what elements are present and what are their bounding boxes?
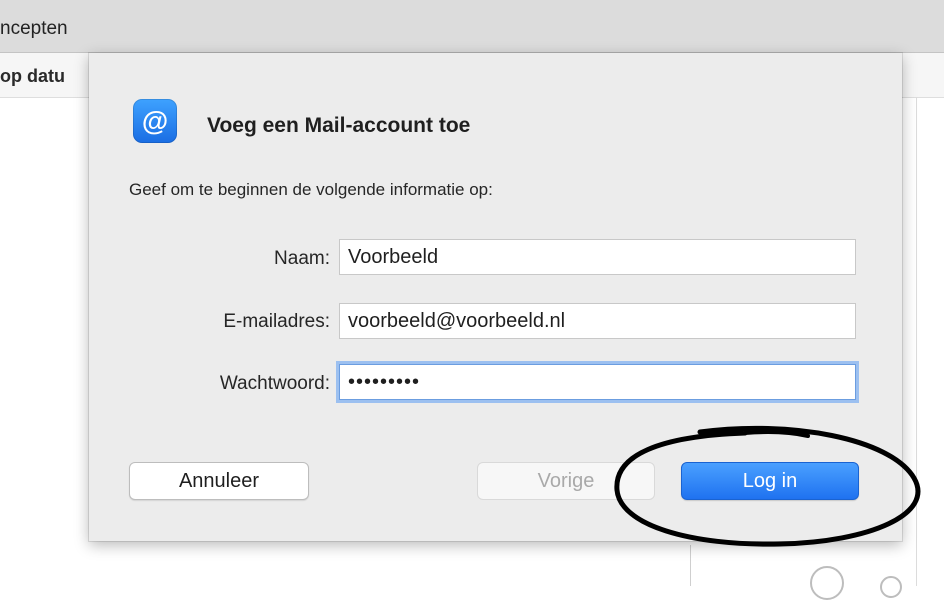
mail-toolbar [0,0,944,53]
mailbox-label: ncepten [0,18,68,39]
pane-divider-lower [690,545,691,586]
password-label: Wachtwoord: [219,373,330,394]
at-sign-icon: @ [133,99,177,143]
password-input[interactable]: ••••••••• [339,364,856,400]
previous-button[interactable]: Vorige [477,462,655,500]
cancel-button[interactable]: Annuleer [129,462,309,500]
pane-divider [916,97,917,586]
sort-column-label[interactable]: op datu [0,66,65,87]
email-input[interactable]: voorbeeld@voorbeeld.nl [339,303,856,339]
background-small-circle-icon [880,576,902,598]
add-mail-account-dialog: @ Voeg een Mail-account toe Geef om te b… [89,53,902,541]
name-input[interactable]: Voorbeeld [339,239,856,275]
dialog-instructions: Geef om te beginnen de volgende informat… [129,180,493,199]
name-label: Naam: [274,248,330,269]
email-label: E-mailadres: [223,311,330,332]
dialog-title: Voeg een Mail-account toe [207,114,471,137]
login-button[interactable]: Log in [681,462,859,500]
background-circle-icon [810,566,844,600]
